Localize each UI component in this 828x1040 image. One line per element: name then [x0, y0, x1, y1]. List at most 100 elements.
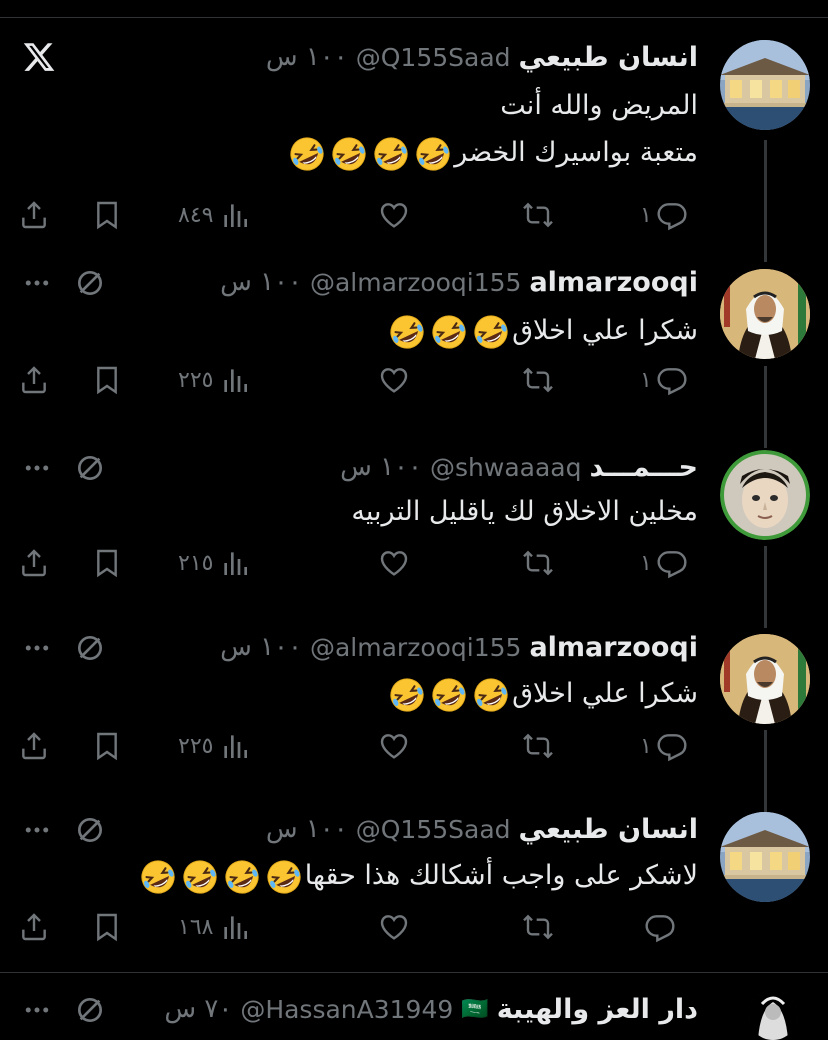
tweet[interactable]: انسان طبيعي @Q155Saad ١٠٠ س المريض والله… [0, 40, 828, 235]
reply-button[interactable] [640, 907, 676, 947]
reply-count: ١ [640, 733, 652, 759]
action-bar: ٢١٥ ١ [0, 543, 828, 583]
views-count: ٨٤٩ [178, 202, 214, 228]
tweet[interactable]: almarzooqi @almarzooqi155 ١٠٠ س شكرا علي… [0, 265, 828, 400]
post-time: ١٠٠ س [220, 267, 302, 297]
retweet-icon[interactable] [522, 195, 554, 235]
share-icon[interactable] [18, 195, 50, 235]
reply-icon [644, 911, 676, 943]
views-icon [219, 911, 251, 943]
hidden-reply-icon[interactable] [74, 992, 106, 1028]
avatar[interactable] [720, 269, 810, 359]
retweet-icon[interactable] [522, 726, 554, 766]
views-button[interactable]: ٢١٥ [178, 543, 251, 583]
author-handle[interactable]: @almarzooqi155 [310, 268, 521, 297]
rofl-emoji-icon [390, 314, 424, 349]
reply-icon [656, 199, 688, 231]
like-icon[interactable] [378, 360, 410, 400]
views-button[interactable]: ١٦٨ [178, 907, 251, 947]
reply-button[interactable]: ١ [640, 543, 688, 583]
author-handle[interactable]: @Q155Saad [356, 43, 511, 72]
bookmark-icon[interactable] [91, 360, 123, 400]
reply-count: ١ [640, 550, 652, 576]
retweet-icon[interactable] [522, 360, 554, 400]
reply-count: ١ [640, 367, 652, 393]
tweet-text: شكرا علي اخلاق [386, 670, 698, 717]
author-name[interactable]: انسان طبيعي [519, 814, 698, 845]
bookmark-icon[interactable] [91, 543, 123, 583]
author-name[interactable]: انسان طبيعي [519, 42, 698, 73]
like-icon[interactable] [378, 195, 410, 235]
more-icon[interactable] [22, 450, 52, 486]
like-icon[interactable] [378, 543, 410, 583]
author-name[interactable]: دار العز والهيبة [497, 994, 698, 1025]
rofl-emoji-icon [390, 677, 424, 712]
views-count: ٢٢٥ [178, 733, 214, 759]
post-time: ١٠٠ س [265, 814, 348, 844]
reply-button[interactable]: ١ [640, 726, 688, 766]
views-icon [219, 547, 251, 579]
avatar[interactable] [720, 812, 810, 902]
rofl-emoji-icon [141, 859, 175, 894]
reply-count: ١ [640, 202, 652, 228]
share-icon[interactable] [18, 360, 50, 400]
author-handle[interactable]: @almarzooqi155 [310, 633, 521, 662]
views-icon [219, 199, 251, 231]
tweet-text-line: لاشكر على واجب أشكالك هذا حقها [137, 852, 698, 899]
like-icon[interactable] [378, 726, 410, 766]
share-icon[interactable] [18, 726, 50, 766]
rofl-emoji-icon [432, 314, 466, 349]
views-button[interactable]: ٢٢٥ [178, 726, 251, 766]
views-button[interactable]: ٢٢٥ [178, 360, 251, 400]
reply-icon [656, 364, 688, 396]
tweet-text-line: شكرا علي اخلاق [386, 670, 698, 717]
tweet[interactable]: almarzooqi @almarzooqi155 ١٠٠ س شكرا علي… [0, 630, 828, 766]
author-handle[interactable]: @shwaaaaq [430, 453, 581, 482]
share-icon[interactable] [18, 907, 50, 947]
author-name[interactable]: almarzooqi [529, 632, 698, 663]
author-name[interactable]: almarzooqi [529, 267, 698, 298]
share-icon[interactable] [18, 543, 50, 583]
rofl-emoji-icon [290, 136, 324, 171]
author-name[interactable]: حـــمـــد [589, 452, 698, 483]
reply-button[interactable]: ١ [640, 360, 688, 400]
hidden-reply-icon[interactable] [74, 630, 106, 666]
bookmark-icon[interactable] [91, 195, 123, 235]
views-icon [219, 730, 251, 762]
views-button[interactable]: ٨٤٩ [178, 195, 251, 235]
retweet-icon[interactable] [522, 907, 554, 947]
tweet[interactable]: انسان طبيعي @Q155Saad ١٠٠ س لاشكر على وا… [0, 812, 828, 947]
like-icon[interactable] [378, 907, 410, 947]
more-icon[interactable] [22, 992, 52, 1028]
reply-button[interactable]: ١ [640, 195, 688, 235]
rofl-emoji-icon [183, 859, 217, 894]
more-icon[interactable] [22, 812, 52, 848]
avatar[interactable] [720, 40, 810, 130]
hidden-reply-icon[interactable] [74, 812, 106, 848]
post-time: ١٠٠ س [220, 632, 302, 662]
views-count: ٢١٥ [178, 550, 214, 576]
bookmark-icon[interactable] [91, 726, 123, 766]
flag-icon: 🇸🇦 [461, 996, 489, 1022]
reply-icon [656, 547, 688, 579]
avatar[interactable] [720, 450, 810, 540]
rofl-emoji-icon [225, 859, 259, 894]
author-handle[interactable]: @HassanA31949 [240, 995, 453, 1024]
avatar[interactable] [720, 634, 810, 724]
hidden-reply-icon[interactable] [74, 450, 106, 486]
tweet-partial[interactable]: دار العز والهيبة 🇸🇦 @HassanA31949 ٧٠ س [0, 990, 828, 1040]
rofl-emoji-icon [432, 677, 466, 712]
more-icon[interactable] [22, 265, 52, 301]
reply-icon [656, 730, 688, 762]
rofl-emoji-icon [332, 136, 366, 171]
more-icon[interactable] [22, 630, 52, 666]
author-handle[interactable]: @Q155Saad [356, 815, 511, 844]
tweet-text-line: شكرا علي اخلاق [386, 307, 698, 354]
retweet-icon[interactable] [522, 543, 554, 583]
top-divider [0, 17, 828, 18]
hidden-reply-icon[interactable] [74, 265, 106, 301]
bookmark-icon[interactable] [91, 907, 123, 947]
tweet-text-line: مخلين الاخلاق لك ياقليل التربيه [351, 496, 698, 527]
views-icon [219, 364, 251, 396]
tweet[interactable]: حـــمـــد @shwaaaaq ١٠٠ س مخلين الاخلاق … [0, 450, 828, 583]
